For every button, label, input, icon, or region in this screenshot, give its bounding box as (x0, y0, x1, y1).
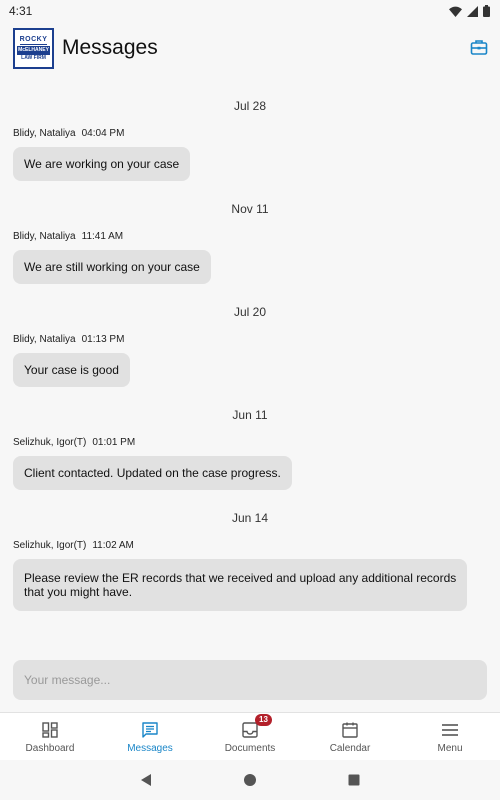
page-title: Messages (62, 36, 158, 59)
system-nav-bar (0, 760, 500, 800)
logo-line-3: LAW FIRM (21, 54, 46, 61)
date-separator: Nov 11 (231, 202, 269, 216)
nav-calendar[interactable]: Calendar (300, 713, 400, 760)
message-author: Selizhuk, Igor(T) (13, 540, 87, 551)
message-meta: Selizhuk, Igor(T) 01:01 PM (13, 437, 135, 448)
message-author: Selizhuk, Igor(T) (13, 437, 87, 448)
message-group: Jul 28 Blidy, Nataliya 04:04 PM We are wo… (0, 90, 500, 193)
logo-line-1: ROCKY (19, 35, 48, 45)
message-group: Jul 20 Blidy, Nataliya 01:13 PM Your case… (0, 296, 500, 399)
message-meta: Selizhuk, Igor(T) 11:02 AM (13, 540, 134, 551)
status-icons (449, 5, 490, 17)
battery-icon (483, 5, 490, 17)
status-time: 4:31 (9, 4, 33, 18)
recents-icon[interactable] (347, 773, 361, 787)
message-bubble[interactable]: We are working on your case (13, 147, 191, 181)
message-author: Blidy, Nataliya (13, 128, 76, 139)
message-text-line: Please review the ER records that we rec… (24, 571, 457, 585)
nav-label: Menu (437, 743, 463, 754)
message-bubble[interactable]: We are still working on your case (13, 250, 211, 284)
message-author: Blidy, Nataliya (13, 334, 76, 345)
message-input[interactable] (13, 660, 487, 700)
nav-menu[interactable]: Menu (400, 713, 500, 760)
message-group: Jun 11 Selizhuk, Igor(T) 01:01 PM Client … (0, 399, 500, 502)
back-icon[interactable] (139, 773, 153, 787)
wifi-icon (449, 6, 462, 17)
date-separator: Jul 28 (233, 99, 267, 113)
message-author: Blidy, Nataliya (13, 231, 76, 242)
date-separator: Jun 14 (231, 511, 269, 525)
message-time: 11:41 AM (81, 231, 124, 242)
message-list[interactable]: Jul 28 Blidy, Nataliya 04:04 PM We are wo… (0, 90, 500, 650)
message-time: 04:04 PM (81, 128, 125, 139)
nav-label: Messages (127, 743, 173, 754)
menu-icon (442, 724, 458, 736)
message-bubble[interactable]: Your case is good (13, 353, 130, 387)
messages-icon (142, 722, 158, 738)
calendar-icon (342, 722, 358, 738)
bottom-nav: Dashboard Messages 13 Documents Calendar… (0, 712, 500, 760)
message-group: Nov 11 Blidy, Nataliya 11:41 AM We are st… (0, 193, 500, 296)
briefcase-icon[interactable] (470, 38, 488, 56)
message-meta: Blidy, Nataliya 11:41 AM (13, 231, 123, 242)
nav-label: Dashboard (25, 743, 75, 754)
message-meta: Blidy, Nataliya 01:13 PM (13, 334, 124, 345)
nav-dashboard[interactable]: Dashboard (0, 713, 100, 760)
home-icon[interactable] (243, 773, 257, 787)
nav-documents[interactable]: 13 Documents (200, 713, 300, 760)
date-separator: Jul 20 (233, 305, 267, 319)
nav-messages[interactable]: Messages (100, 713, 200, 760)
message-time: 11:02 AM (92, 540, 134, 551)
signal-icon (467, 5, 478, 17)
message-text-line: that you might have. (24, 585, 133, 599)
firm-logo[interactable]: ROCKY McELHANEY LAW FIRM (13, 27, 54, 69)
dashboard-icon (42, 722, 58, 738)
date-separator: Jun 11 (232, 408, 268, 422)
documents-badge: 13 (255, 714, 272, 726)
message-bubble[interactable]: Please review the ER records that we rec… (13, 559, 468, 611)
status-bar: 4:31 (0, 0, 500, 22)
message-time: 01:13 PM (81, 334, 125, 345)
app-header: ROCKY McELHANEY LAW FIRM Messages (0, 22, 500, 74)
message-bubble[interactable]: Client contacted. Updated on the case pr… (13, 456, 292, 490)
logo-line-2: McELHANEY (17, 45, 50, 55)
message-time: 01:01 PM (92, 437, 136, 448)
nav-label: Calendar (329, 743, 371, 754)
message-meta: Blidy, Nataliya 04:04 PM (13, 128, 124, 139)
message-group: Jun 14 Selizhuk, Igor(T) 11:02 AM Please … (0, 502, 500, 611)
app-screen: 4:31 ROCKY McELHANEY LAW FIRM Messages J… (0, 0, 500, 800)
nav-label: Documents (224, 743, 276, 754)
